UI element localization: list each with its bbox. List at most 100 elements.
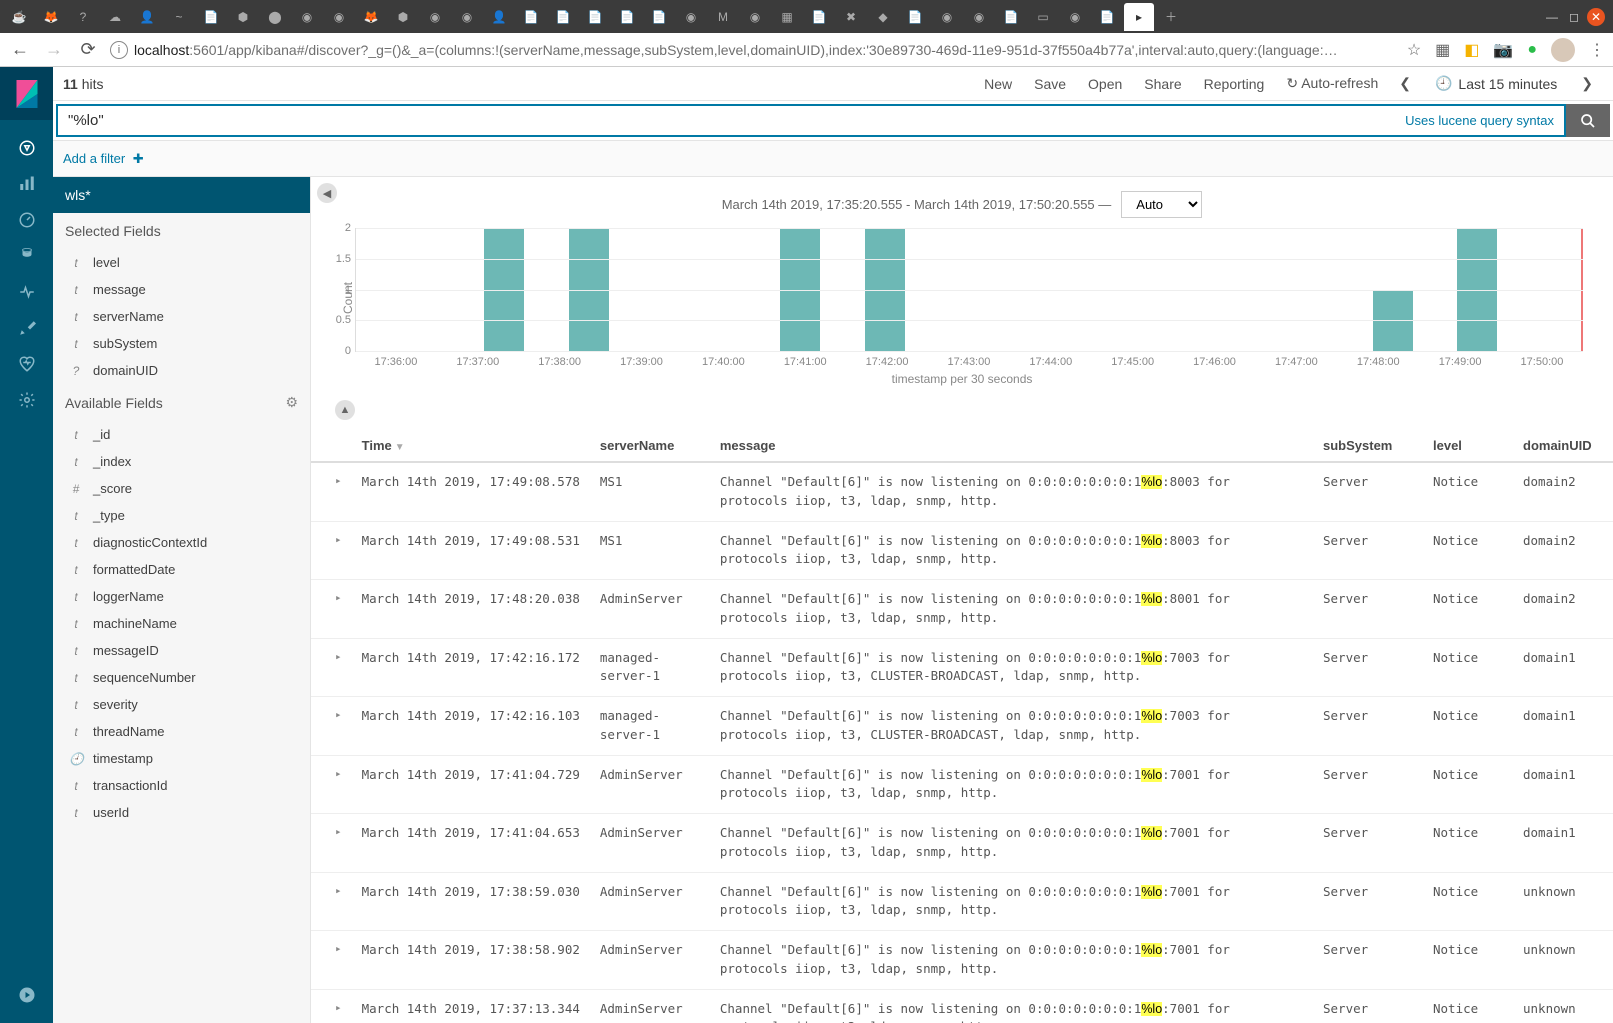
window-maximize-icon[interactable]: ◻: [1565, 8, 1583, 26]
browser-tab[interactable]: 👤: [132, 3, 162, 31]
field-transactionId[interactable]: ttransactionId: [53, 772, 310, 799]
browser-tab[interactable]: ~: [164, 3, 194, 31]
ext2-icon[interactable]: 📷: [1493, 40, 1513, 60]
field-_id[interactable]: t_id: [53, 421, 310, 448]
browser-tab[interactable]: ⬢: [388, 3, 418, 31]
browser-tab[interactable]: 📄: [612, 3, 642, 31]
field-severity[interactable]: tseverity: [53, 691, 310, 718]
forward-button[interactable]: →: [42, 39, 66, 60]
collapse-sidebar-button[interactable]: ◀: [317, 183, 337, 203]
kibana-logo[interactable]: [0, 67, 53, 120]
browser-tab[interactable]: ✖: [836, 3, 866, 31]
browser-tab[interactable]: ▭: [1028, 3, 1058, 31]
expand-row-button[interactable]: ▸: [311, 755, 352, 814]
browser-tab[interactable]: 📄: [996, 3, 1026, 31]
field-level[interactable]: tlevel: [53, 249, 310, 276]
browser-tab[interactable]: ◉: [452, 3, 482, 31]
reload-button[interactable]: ⟳: [76, 39, 100, 60]
field-message[interactable]: tmessage: [53, 276, 310, 303]
back-button[interactable]: ←: [8, 39, 32, 60]
window-close-icon[interactable]: ✕: [1587, 8, 1605, 26]
rail-timelion-icon[interactable]: [0, 238, 53, 274]
browser-tab[interactable]: ◉: [932, 3, 962, 31]
field-_type[interactable]: t_type: [53, 502, 310, 529]
window-minimize-icon[interactable]: —: [1543, 8, 1561, 26]
menu-reporting[interactable]: Reporting: [1193, 76, 1276, 92]
new-tab-button[interactable]: ＋: [1156, 3, 1186, 31]
browser-tab[interactable]: ?: [68, 3, 98, 31]
browser-tab[interactable]: M: [708, 3, 738, 31]
expand-row-button[interactable]: ▸: [311, 521, 352, 580]
menu-save[interactable]: Save: [1023, 76, 1077, 92]
field-messageID[interactable]: tmessageID: [53, 637, 310, 664]
field-userId[interactable]: tuserId: [53, 799, 310, 826]
browser-tab[interactable]: 📄: [804, 3, 834, 31]
expand-row-button[interactable]: ▸: [311, 872, 352, 931]
rail-collapse-icon[interactable]: [0, 977, 53, 1013]
browser-tab[interactable]: ◉: [740, 3, 770, 31]
column-subSystem[interactable]: subSystem: [1313, 430, 1423, 462]
browser-tab[interactable]: 📄: [900, 3, 930, 31]
url-field[interactable]: i localhost:5601/app/kibana#/discover?_g…: [110, 41, 1397, 59]
menu-share[interactable]: Share: [1133, 76, 1192, 92]
field-diagnosticContextId[interactable]: tdiagnosticContextId: [53, 529, 310, 556]
column-serverName[interactable]: serverName: [590, 430, 710, 462]
add-filter-button[interactable]: Add a filter ✚: [63, 151, 144, 167]
field-threadName[interactable]: tthreadName: [53, 718, 310, 745]
browser-tab[interactable]: 📄: [580, 3, 610, 31]
rail-visualize-icon[interactable]: [0, 166, 53, 202]
menu-new[interactable]: New: [973, 76, 1023, 92]
rail-discover-icon[interactable]: [0, 130, 53, 166]
browser-tab[interactable]: ◉: [1060, 3, 1090, 31]
expand-row-button[interactable]: ▸: [311, 462, 352, 521]
browser-tab[interactable]: ▸: [1124, 3, 1154, 31]
field-_index[interactable]: t_index: [53, 448, 310, 475]
browser-tab[interactable]: ◆: [868, 3, 898, 31]
time-range-button[interactable]: 🕘 Last 15 minutes: [1425, 75, 1567, 92]
browser-tab[interactable]: 📄: [644, 3, 674, 31]
column-message[interactable]: message: [710, 430, 1313, 462]
browser-tab[interactable]: ◉: [676, 3, 706, 31]
query-syntax-hint[interactable]: Uses lucene query syntax: [1405, 113, 1554, 128]
browser-tab[interactable]: ◉: [324, 3, 354, 31]
expand-row-button[interactable]: ▸: [311, 638, 352, 697]
browser-tab[interactable]: ☁: [100, 3, 130, 31]
browser-tab[interactable]: ⬤: [260, 3, 290, 31]
autorefresh-button[interactable]: ↻ Auto-refresh: [1275, 75, 1389, 92]
browser-tab[interactable]: 📄: [1092, 3, 1122, 31]
rail-monitoring-icon[interactable]: [0, 346, 53, 382]
expand-row-button[interactable]: ▸: [311, 931, 352, 990]
browser-tab[interactable]: 👤: [484, 3, 514, 31]
browser-tab[interactable]: ⬢: [228, 3, 258, 31]
column-Time[interactable]: Time▼: [352, 430, 590, 462]
bookmark-icon[interactable]: ☆: [1407, 40, 1421, 60]
index-pattern-selector[interactable]: wls*: [53, 177, 310, 213]
field-serverName[interactable]: tserverName: [53, 303, 310, 330]
browser-tab[interactable]: ◉: [292, 3, 322, 31]
browser-tab[interactable]: ◉: [964, 3, 994, 31]
interval-select[interactable]: Auto: [1121, 191, 1202, 218]
expand-row-button[interactable]: ▸: [311, 814, 352, 873]
field-sequenceNumber[interactable]: tsequenceNumber: [53, 664, 310, 691]
query-input[interactable]: [68, 112, 1405, 129]
field-formattedDate[interactable]: tformattedDate: [53, 556, 310, 583]
histogram-chart[interactable]: 00.511.52: [355, 228, 1583, 352]
rail-dashboard-icon[interactable]: [0, 202, 53, 238]
browser-tab[interactable]: ◉: [420, 3, 450, 31]
time-next-button[interactable]: ❯: [1571, 75, 1603, 92]
column-domainUID[interactable]: domainUID: [1513, 430, 1613, 462]
site-info-icon[interactable]: i: [110, 41, 128, 59]
field-subSystem[interactable]: tsubSystem: [53, 330, 310, 357]
field-machineName[interactable]: tmachineName: [53, 610, 310, 637]
browser-tab[interactable]: 🦊: [356, 3, 386, 31]
rail-management-icon[interactable]: [0, 382, 53, 418]
time-prev-button[interactable]: ❮: [1389, 75, 1421, 92]
expand-row-button[interactable]: ▸: [311, 580, 352, 639]
expand-row-button[interactable]: ▸: [311, 697, 352, 756]
ext3-icon[interactable]: ●: [1527, 41, 1537, 59]
field-domainUID[interactable]: ?domainUID: [53, 357, 310, 384]
column-level[interactable]: level: [1423, 430, 1513, 462]
menu-icon[interactable]: ⋮: [1589, 40, 1605, 60]
collapse-chart-button[interactable]: ▲: [335, 400, 355, 420]
field-loggerName[interactable]: tloggerName: [53, 583, 310, 610]
